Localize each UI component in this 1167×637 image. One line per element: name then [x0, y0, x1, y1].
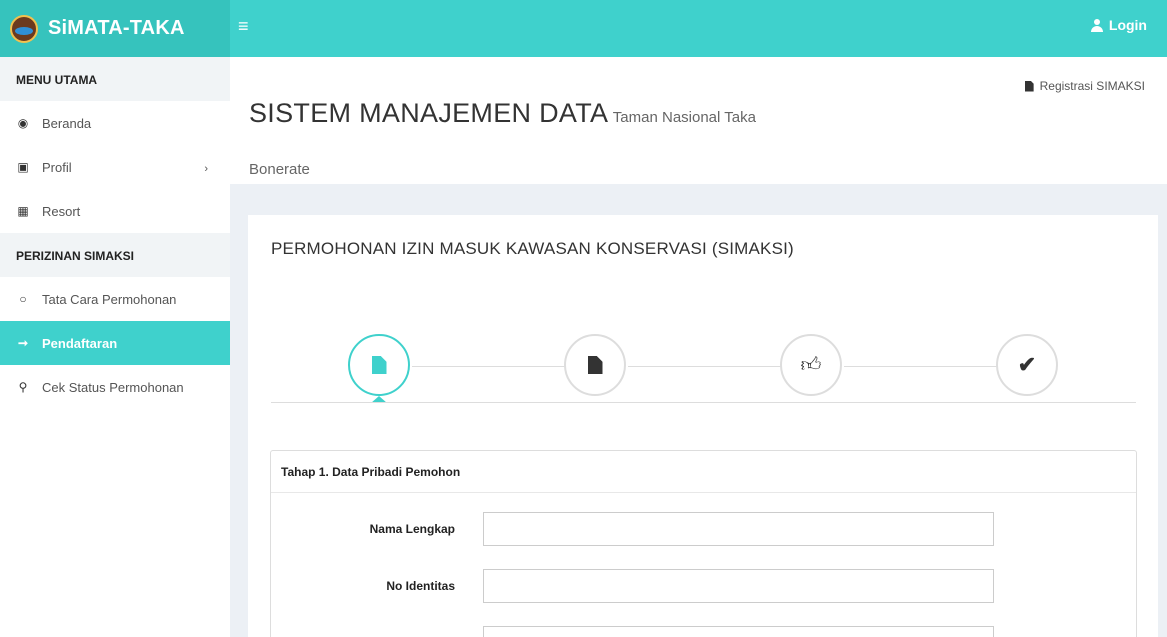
sidebar-item-label: Tata Cara Permohonan [42, 291, 177, 307]
check-icon: ✔ [1017, 352, 1037, 377]
form-panel: Tahap 1. Data Pribadi Pemohon Nama Lengk… [270, 450, 1137, 637]
map-icon: ▦ [17, 204, 29, 218]
top-navbar: SiMATA-TAKA ≡ Login [0, 0, 1167, 57]
form-row-nama: Nama Lengkap [271, 512, 1138, 548]
form-title: Tahap 1. Data Pribadi Pemohon [271, 451, 1136, 493]
thumbs-up-icon: 👍︎ [800, 354, 822, 376]
page-title: SISTEM MANAJEMEN DATA Taman Nasional Tak… [249, 87, 949, 196]
search-icon: ⚲ [18, 380, 28, 394]
step-4-complete[interactable]: ✔ [996, 334, 1058, 396]
login-button[interactable]: Login [1090, 17, 1147, 33]
form-row-next [271, 626, 1138, 637]
sidebar-item-label: Cek Status Permohonan [42, 379, 184, 395]
steps-divider [271, 402, 1136, 403]
sidebar-item-cek-status[interactable]: ⚲ Cek Status Permohonan [0, 365, 230, 409]
sign-in-icon: ➞ [17, 336, 29, 350]
dashboard-icon: ◉ [17, 116, 29, 130]
nama-lengkap-input[interactable] [483, 512, 994, 546]
sidebar-item-resort[interactable]: ▦ Resort [0, 189, 230, 233]
login-label: Login [1108, 17, 1147, 33]
book-icon: ▣ [17, 160, 29, 174]
sidebar-item-pendaftaran[interactable]: ➞ Pendaftaran [0, 321, 230, 365]
user-icon [1090, 18, 1103, 32]
page-title-main: SISTEM MANAJEMEN DATA [249, 98, 609, 128]
step-3-approval[interactable]: 👍︎ [780, 334, 842, 396]
brand[interactable]: SiMATA-TAKA [0, 0, 230, 57]
brand-name: SiMATA-TAKA [48, 17, 185, 39]
main-box: PERMOHONAN IZIN MASUK KAWASAN KONSERVASI… [248, 215, 1158, 637]
brand-logo [10, 14, 38, 43]
sidebar-item-label: Beranda [42, 115, 92, 131]
sidebar-item-label: Resort [42, 203, 81, 219]
sidebar-header-perizinan: PERIZINAN SIMAKSI [0, 233, 230, 277]
circle-icon: ○ [19, 292, 27, 306]
page-subtitle: Taman Nasional Taka [612, 109, 756, 126]
step-connector [844, 366, 998, 367]
menu-toggle-icon[interactable]: ≡ [238, 16, 249, 37]
sidebar-item-label: Pendaftaran [42, 335, 118, 351]
no-identitas-input[interactable] [483, 569, 994, 603]
file-icon [1024, 80, 1034, 92]
sidebar-header-menu-utama: MENU UTAMA [0, 57, 230, 101]
sidebar-item-profil[interactable]: ▣ Profil › [0, 145, 230, 189]
no-identitas-label: No Identitas [386, 579, 455, 593]
sidebar-item-beranda[interactable]: ◉ Beranda [0, 101, 230, 145]
sidebar-item-tata-cara[interactable]: ○ Tata Cara Permohonan [0, 277, 230, 321]
sidebar: MENU UTAMA ◉ Beranda ▣ Profil › ▦ Resort… [0, 57, 230, 637]
box-title: PERMOHONAN IZIN MASUK KAWASAN KONSERVASI… [271, 239, 794, 258]
register-link-label: Registrasi SIMAKSI [1039, 79, 1145, 93]
sidebar-item-label: Profil [42, 159, 72, 175]
next-field-input[interactable] [483, 626, 994, 637]
nama-lengkap-label: Nama Lengkap [369, 522, 455, 536]
chevron-right-icon: › [204, 163, 208, 175]
file-icon [371, 356, 387, 374]
step-1-personal-data[interactable] [348, 334, 410, 396]
register-simaksi-link[interactable]: Registrasi SIMAKSI [1024, 79, 1145, 93]
form-row-identitas: No Identitas [271, 569, 1138, 605]
step-2-document[interactable] [564, 334, 626, 396]
step-connector [628, 366, 782, 367]
file-icon [587, 356, 603, 374]
content-header: SISTEM MANAJEMEN DATA Taman Nasional Tak… [230, 57, 1167, 184]
step-connector [412, 366, 566, 367]
page-subtitle-cont: Bonerate [249, 161, 310, 178]
